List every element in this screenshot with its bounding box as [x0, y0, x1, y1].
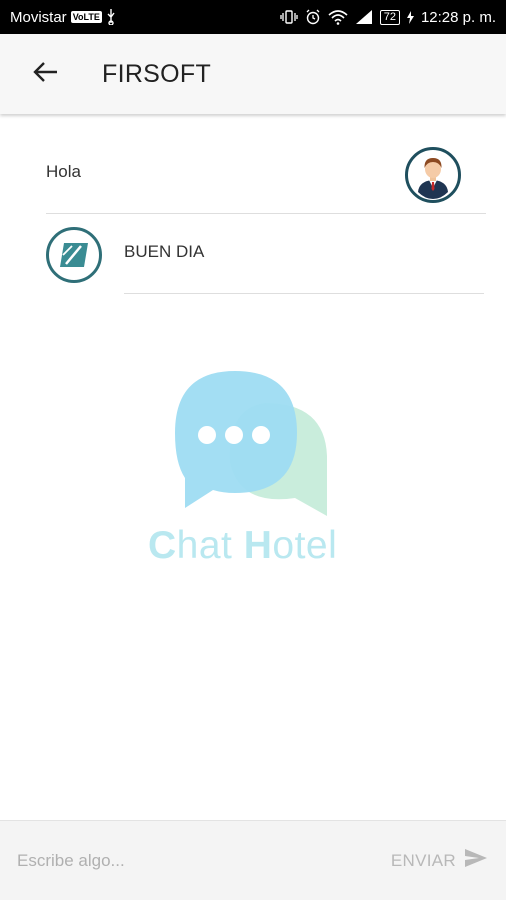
back-button[interactable]	[0, 34, 90, 114]
message-text: Hola	[46, 162, 81, 181]
brand-h: H	[243, 524, 273, 567]
message-input[interactable]	[0, 830, 391, 891]
signal-icon	[355, 10, 373, 24]
divider	[124, 293, 484, 294]
message-row-received: BUEN DIA	[0, 214, 506, 294]
message-composer: ENVIAR	[0, 820, 506, 900]
page-title: FIRSOFT	[102, 59, 212, 88]
send-icon	[464, 848, 488, 873]
wifi-icon	[328, 9, 348, 25]
hotel-logo-avatar-icon	[46, 227, 102, 283]
clock: 12:28 p. m.	[420, 8, 496, 26]
alarm-icon	[305, 9, 321, 25]
brand-c: C	[148, 524, 177, 567]
send-button[interactable]: ENVIAR	[391, 848, 506, 873]
app-bar: FIRSOFT	[0, 34, 506, 114]
send-label: ENVIAR	[390, 850, 456, 870]
status-right: 72 12:28 p. m.	[280, 9, 496, 26]
charging-icon	[406, 10, 414, 24]
status-bar: Movistar VoLTE 72 12:28 p. m.	[0, 0, 506, 34]
vibrate-icon	[280, 10, 298, 24]
user-avatar-icon	[405, 147, 461, 203]
volte-badge: VoLTE	[70, 11, 102, 23]
usb-icon	[106, 9, 116, 25]
battery-indicator: 72	[379, 9, 400, 25]
message-text: BUEN DIA	[124, 242, 205, 261]
message-row-sent: Hola	[0, 134, 506, 214]
brand-wordmark: Chat Hotel	[148, 524, 378, 568]
brand-otel: otel	[272, 524, 338, 567]
status-left: Movistar VoLTE	[10, 9, 116, 26]
carrier-name: Movistar	[10, 8, 67, 26]
brand-hat: hat	[176, 524, 244, 567]
arrow-left-icon	[32, 61, 58, 88]
